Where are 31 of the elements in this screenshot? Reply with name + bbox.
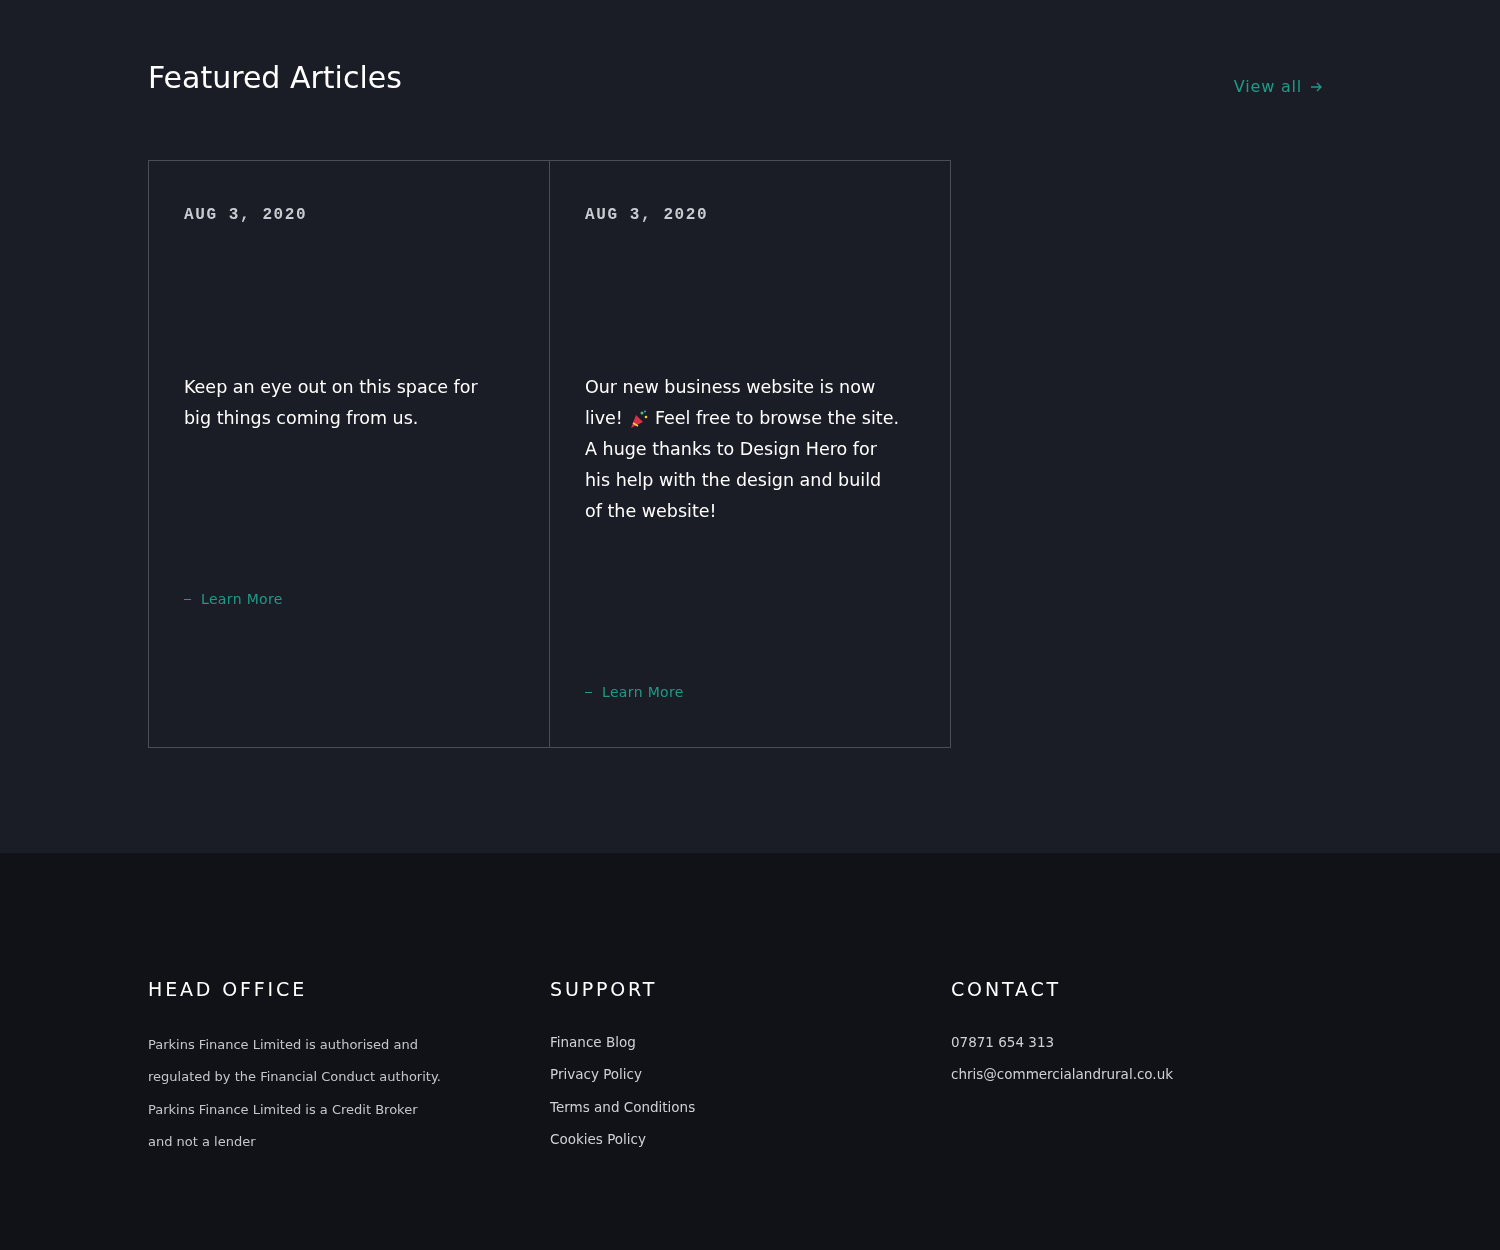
footer-link[interactable]: chris@commercialandrural.co.uk	[951, 1058, 1174, 1091]
section-title: Featured Articles	[148, 59, 402, 97]
footer-heading: HEAD OFFICE	[148, 977, 308, 1002]
article-text: his help with the design and build	[585, 469, 882, 493]
footer-link[interactable]: Cookies Policy	[550, 1123, 646, 1156]
dash-icon	[585, 692, 592, 693]
footer-link[interactable]: Privacy Policy	[550, 1058, 642, 1091]
office-text: Parkins Finance Limited is authorised and	[148, 1035, 418, 1054]
footer-heading: SUPPORT	[550, 977, 659, 1002]
party-popper-icon	[628, 408, 649, 429]
footer-link[interactable]: 07871 654 313	[951, 1025, 1055, 1058]
article-text: Feel free to browse the site.	[654, 407, 899, 431]
article-text: Keep an eye out on this space for	[184, 376, 478, 400]
dash-icon	[184, 599, 191, 600]
learn-more-link[interactable]: Learn More	[585, 682, 684, 703]
view-all-link[interactable]: View all	[1233, 75, 1323, 99]
article-text: big things coming from us.	[184, 407, 419, 431]
article-text: of the website!	[585, 500, 717, 524]
arrow-right-icon	[1310, 81, 1323, 93]
footer-link[interactable]: Finance Blog	[550, 1025, 636, 1058]
office-text: and not a lender	[148, 1133, 256, 1151]
article-date: AUG 3, 2020	[585, 205, 710, 226]
footer-heading: CONTACT	[951, 977, 1063, 1002]
office-text: Parkins Finance Limited is a Credit Broker	[148, 1100, 418, 1119]
learn-more-link[interactable]: Learn More	[184, 589, 283, 610]
article-date: AUG 3, 2020	[184, 205, 309, 226]
article-text: Our new business website is now	[585, 376, 876, 400]
article-text: A huge thanks to Design Hero for	[585, 438, 877, 462]
office-text: regulated by the Financial Conduct authority.	[148, 1068, 441, 1086]
article-text: live!	[585, 407, 623, 431]
footer-link[interactable]: Terms and Conditions	[550, 1090, 696, 1123]
